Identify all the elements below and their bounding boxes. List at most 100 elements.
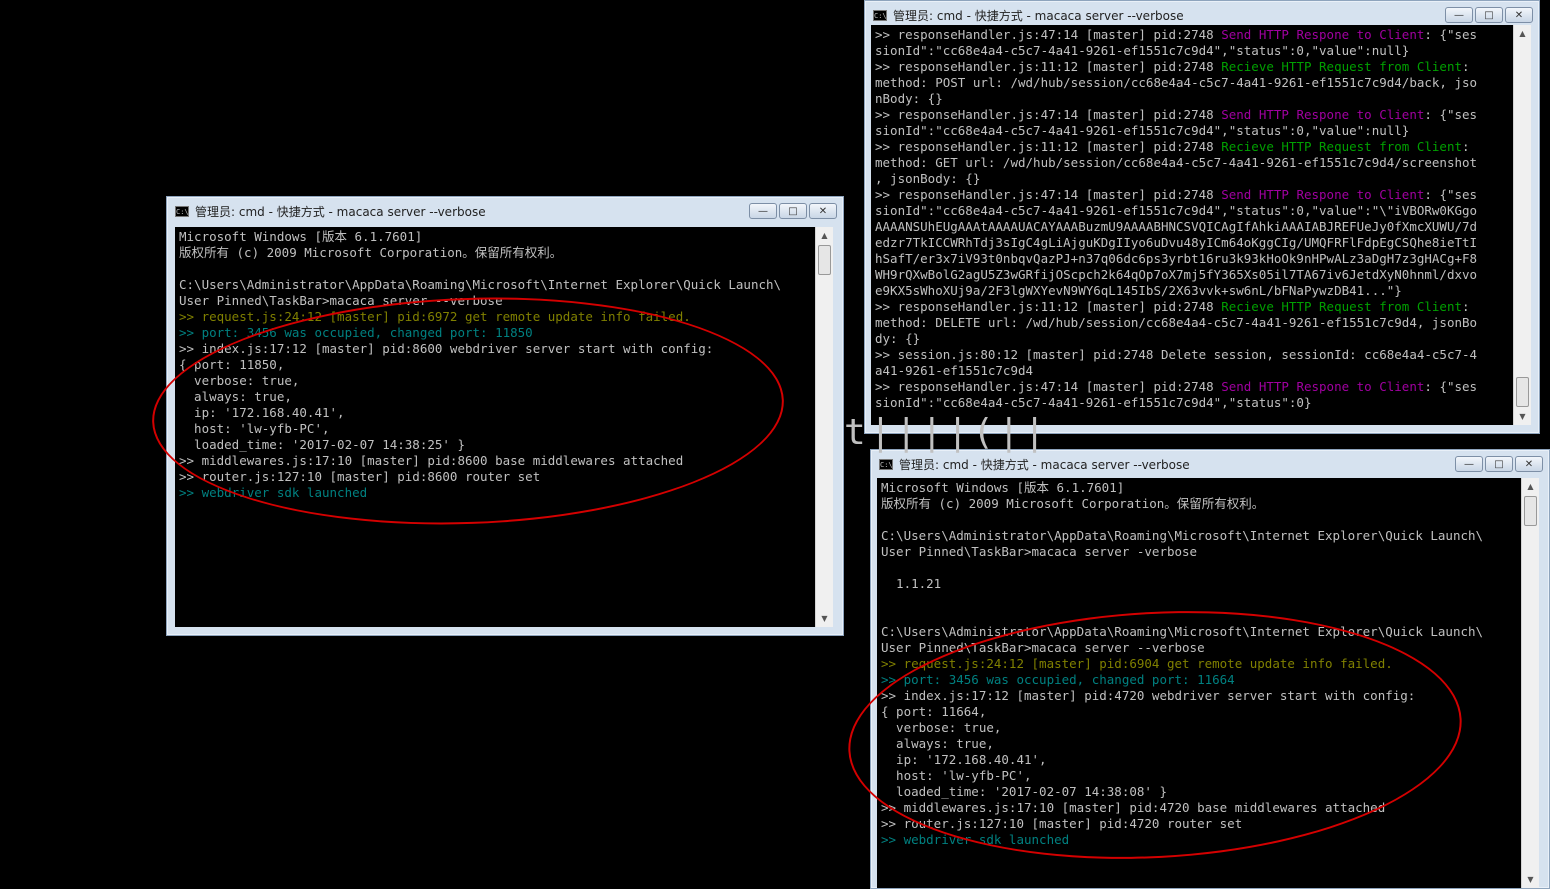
console-line: loaded_time: '2017-02-07 14:38:25' } [179,437,465,452]
console-line: nBody: {} [875,91,1513,107]
console-line: sionId":"cc68e4a4-c5c7-4a41-9261-ef1551c… [875,43,1513,59]
scroll-up-icon[interactable]: ▲ [1522,478,1539,495]
console-line: >> session.js:80:12 [master] pid:2748 De… [875,347,1513,363]
cmd-window-left[interactable]: C:\ 管理员: cmd - 快捷方式 - macaca server --ve… [166,196,844,636]
close-button[interactable]: ✕ [809,203,837,219]
scroll-up-icon[interactable]: ▲ [816,227,833,244]
console-text-segment: : {"ses [1424,379,1478,394]
scroll-down-icon[interactable]: ▼ [1514,408,1531,425]
maximize-button[interactable]: □ [1475,7,1503,23]
console-line: >> responseHandler.js:47:14 [master] pid… [875,187,1513,203]
console-line: , jsonBody: {} [875,171,1513,187]
console-line: host: 'lw-yfb-PC', [881,768,1032,783]
vertical-scrollbar[interactable]: ▲ ▼ [1513,25,1531,425]
console-text-segment: Send HTTP Respone to Client [1221,107,1425,122]
console-text-segment: : {"ses [1424,107,1478,122]
scroll-down-icon[interactable]: ▼ [816,610,833,627]
console-line: always: true, [881,736,994,751]
console-line: e9KX5sWhoXUj9a/2F3lgWXYevN9WY6qL145IbS/2… [875,283,1513,299]
console-line: sionId":"cc68e4a4-c5c7-4a41-9261-ef1551c… [875,123,1513,139]
console-text-segment: >> session.js:80:12 [master] pid:2748 De… [875,347,1478,362]
window-titlebar[interactable]: C:\ 管理员: cmd - 快捷方式 - macaca server --ve… [167,197,843,225]
console-text-segment: method: GET url: /wd/hub/session/cc68e4a… [875,155,1478,170]
console-text-segment: : [1462,139,1470,154]
console-text-segment: : [1462,59,1470,74]
maximize-button[interactable]: □ [1485,456,1513,472]
vertical-scrollbar[interactable]: ▲ ▼ [815,227,833,627]
console-lines: Microsoft Windows [版本 6.1.7601] 版权所有 (c) … [179,229,815,501]
console-line: 版权所有 (c) 2009 Microsoft Corporation。保留所有… [881,496,1265,511]
cmd-window-bottom-right[interactable]: C:\ 管理员: cmd - 快捷方式 - macaca server --ve… [870,449,1550,889]
console-line: loaded_time: '2017-02-07 14:38:08' } [881,784,1167,799]
console-text-segment: : [1462,299,1470,314]
console-output[interactable]: Microsoft Windows [版本 6.1.7601] 版权所有 (c) … [877,478,1539,888]
console-line: >> responseHandler.js:47:14 [master] pid… [875,379,1513,395]
cmd-icon: C:\ [873,9,887,21]
console-text-segment: : {"ses [1424,187,1478,202]
close-button[interactable]: ✕ [1515,456,1543,472]
console-line: User Pinned\TaskBar>macaca server --verb… [881,640,1205,655]
console-text-segment: WH9rQXwBolG2agU5Z3wGRfijOScpch2k64qOp7oX… [875,267,1478,282]
window-title: 管理员: cmd - 快捷方式 - macaca server --verbos… [899,457,1190,472]
console-line: always: true, [179,389,292,404]
console-text-segment: , jsonBody: {} [875,171,981,186]
console-text-segment: Send HTTP Respone to Client [1221,27,1425,42]
console-line: >> middlewares.js:17:10 [master] pid:860… [179,453,684,468]
console-line: verbose: true, [881,720,1002,735]
console-line: dy: {} [875,331,1513,347]
console-lines: Microsoft Windows [版本 6.1.7601] 版权所有 (c) … [881,480,1521,848]
cmd-window-top-right[interactable]: C:\ 管理员: cmd - 快捷方式 - macaca server --ve… [864,0,1540,434]
console-line: >> router.js:127:10 [master] pid:4720 ro… [881,816,1243,831]
console-line: >> webdriver sdk launched [881,832,1070,847]
console-text-segment: e9KX5sWhoXUj9a/2F3lgWXYevN9WY6qL145IbS/2… [875,283,1402,298]
console-text-segment: edzr7TkICCWRhTdj3sIgC4gLiAjguKDgIIyo6uDv… [875,235,1478,250]
console-line: edzr7TkICCWRhTdj3sIgC4gLiAjguKDgIIyo6uDv… [875,235,1513,251]
console-line: >> responseHandler.js:47:14 [master] pid… [875,27,1513,43]
close-button[interactable]: ✕ [1505,7,1533,23]
console-text-segment: >> responseHandler.js:11:12 [master] pid… [875,299,1222,314]
console-line: >> responseHandler.js:11:12 [master] pid… [875,299,1513,315]
console-line: User Pinned\TaskBar>macaca server -verbo… [881,544,1198,559]
console-text-segment: >> responseHandler.js:47:14 [master] pid… [875,379,1222,394]
minimize-button[interactable]: — [1445,7,1473,23]
window-titlebar[interactable]: C:\ 管理员: cmd - 快捷方式 - macaca server --ve… [871,450,1549,478]
console-line: >> request.js:24:12 [master] pid:6904 ge… [881,656,1393,671]
console-line: verbose: true, [179,373,300,388]
console-line: 版权所有 (c) 2009 Microsoft Corporation。保留所有… [179,245,563,260]
console-line: 1.1.21 [881,576,942,591]
console-line: Microsoft Windows [版本 6.1.7601] [881,480,1125,495]
console-output[interactable]: >> responseHandler.js:47:14 [master] pid… [871,25,1531,425]
window-title: 管理员: cmd - 快捷方式 - macaca server --verbos… [195,204,486,219]
console-line: hSafT/er3x7iV93t0nbqvQazPJ+n37q06dc6ps3y… [875,251,1513,267]
desktop-artifact-text: t||||(|| [844,412,1050,453]
vertical-scrollbar[interactable]: ▲ ▼ [1521,478,1539,888]
console-text-segment: Recieve HTTP Request from Client [1221,299,1463,314]
console-text-segment: sionId":"cc68e4a4-c5c7-4a41-9261-ef1551c… [875,395,1312,410]
console-text-segment: sionId":"cc68e4a4-c5c7-4a41-9261-ef1551c… [875,203,1478,218]
console-line: C:\Users\Administrator\AppData\Roaming\M… [881,528,1484,543]
console-text-segment: method: POST url: /wd/hub/session/cc68e4… [875,75,1478,90]
console-output[interactable]: Microsoft Windows [版本 6.1.7601] 版权所有 (c) … [175,227,833,627]
console-text-segment: sionId":"cc68e4a4-c5c7-4a41-9261-ef1551c… [875,123,1410,138]
scroll-thumb[interactable] [818,245,831,275]
cmd-icon: C:\ [175,205,189,217]
console-line: host: 'lw-yfb-PC', [179,421,330,436]
console-text-segment: >> responseHandler.js:11:12 [master] pid… [875,139,1222,154]
minimize-button[interactable]: — [1455,456,1483,472]
console-line: sionId":"cc68e4a4-c5c7-4a41-9261-ef1551c… [875,203,1513,219]
maximize-button[interactable]: □ [779,203,807,219]
scroll-up-icon[interactable]: ▲ [1514,25,1531,42]
console-text-segment: sionId":"cc68e4a4-c5c7-4a41-9261-ef1551c… [875,43,1410,58]
console-line: ip: '172.168.40.41', [881,752,1047,767]
console-text-segment: >> responseHandler.js:47:14 [master] pid… [875,27,1222,42]
minimize-button[interactable]: — [749,203,777,219]
console-line: { port: 11664, [881,704,987,719]
console-line: AAAANSUhEUgAAAtAAAAUACAYAAABuzmU9AAAABHN… [875,219,1513,235]
console-line: C:\Users\Administrator\AppData\Roaming\M… [179,277,782,292]
scroll-down-icon[interactable]: ▼ [1522,871,1539,888]
scroll-thumb[interactable] [1516,377,1529,407]
scroll-thumb[interactable] [1524,496,1537,526]
